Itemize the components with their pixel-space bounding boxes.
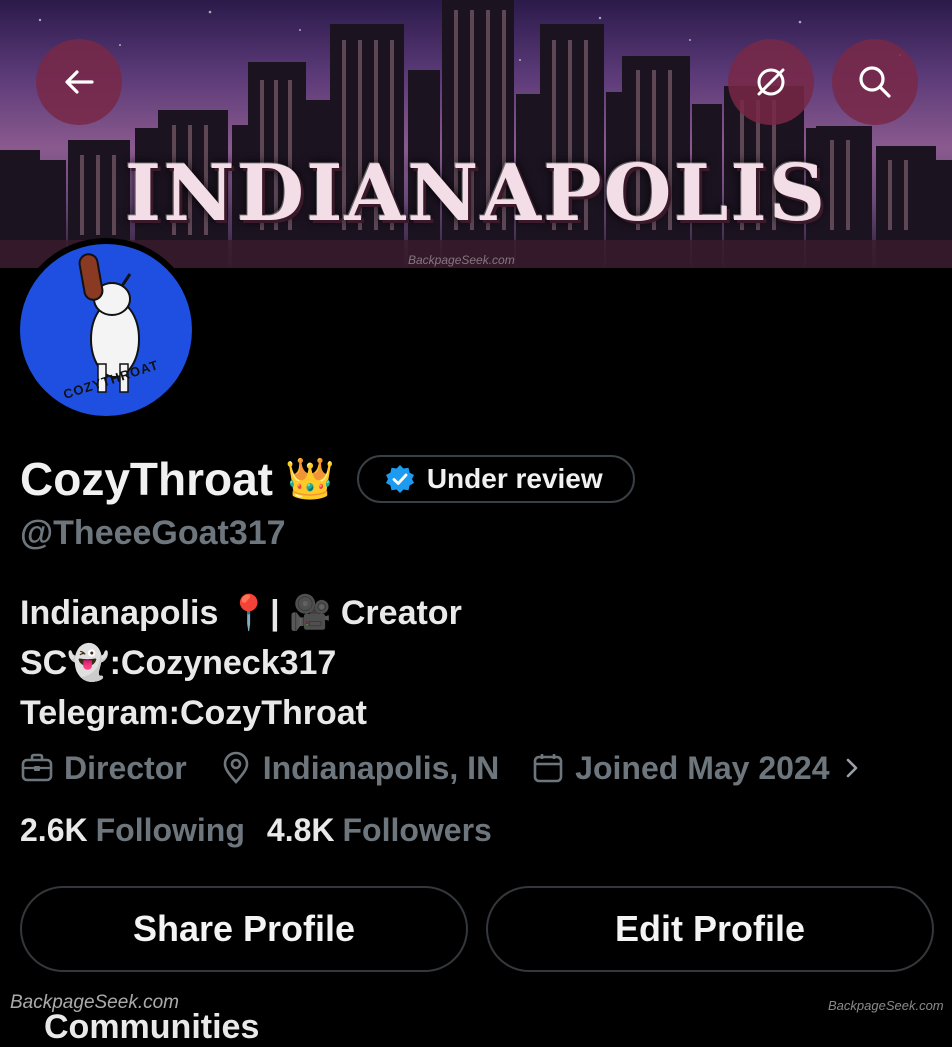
- arrow-left-icon: [65, 70, 94, 94]
- followers-count: 4.8K: [266, 812, 335, 848]
- location-item: Indianapolis, IN: [219, 750, 499, 787]
- bio-line: Telegram:CozyThroat: [20, 694, 367, 732]
- user-handle: @TheeeGoat317: [20, 514, 286, 552]
- joined-item[interactable]: Joined May 2024: [531, 750, 873, 787]
- watermark-left: BackpageSeek.com: [10, 992, 179, 1013]
- share-profile-button[interactable]: Share Profile: [20, 886, 468, 972]
- verification-label: Under review: [426, 463, 603, 494]
- profile-meta: Director Indianapolis, IN Joined May 202…: [20, 746, 906, 790]
- following-link[interactable]: 2.6K Following: [20, 812, 245, 849]
- name-row: CozyThroat 👑 Under review: [20, 452, 635, 506]
- avatar[interactable]: COZYTHROAT: [14, 238, 198, 422]
- briefcase-icon: [21, 753, 53, 782]
- bio-line: Indianapolis 📍| 🎥 Creator: [20, 594, 462, 632]
- follow-stats: 2.6K Following 4.8K Followers: [20, 812, 492, 849]
- location-label: Indianapolis, IN: [262, 749, 500, 786]
- search-icon: [859, 66, 891, 98]
- profession-label: Director: [64, 749, 187, 786]
- profile-bio: Indianapolis 📍| 🎥 Creator SC👻:Cozyneck31…: [20, 588, 462, 738]
- bio-line: SC👻:Cozyneck317: [20, 644, 337, 682]
- location-pin-icon: [223, 751, 249, 784]
- verified-badge-icon: [385, 465, 414, 493]
- verification-status-button[interactable]: Under review: [356, 455, 635, 503]
- calendar-icon: [533, 754, 563, 783]
- search-button[interactable]: [832, 39, 918, 125]
- profession-item: Director: [20, 750, 187, 787]
- globe-slash-icon: [757, 68, 785, 96]
- following-label: Following: [95, 812, 245, 848]
- chevron-right-icon: [846, 758, 857, 778]
- translate-button[interactable]: [728, 39, 814, 125]
- crown-emoji: 👑: [285, 457, 335, 501]
- display-name: CozyThroat: [20, 453, 273, 505]
- followers-link[interactable]: 4.8K Followers: [267, 812, 492, 849]
- joined-label: Joined May 2024: [575, 749, 830, 786]
- banner-watermark: BackpageSeek.com: [408, 253, 515, 267]
- edit-profile-button[interactable]: Edit Profile: [486, 886, 934, 972]
- profile-banner[interactable]: INDIANAPOLIS BackpageSeek.com: [0, 0, 952, 268]
- followers-label: Followers: [342, 812, 492, 848]
- avatar-image: COZYTHROAT: [20, 244, 192, 416]
- following-count: 2.6K: [20, 812, 88, 848]
- watermark-right: BackpageSeek.com: [828, 998, 944, 1013]
- banner-title: INDIANAPOLIS: [124, 148, 828, 239]
- back-button[interactable]: [36, 39, 122, 125]
